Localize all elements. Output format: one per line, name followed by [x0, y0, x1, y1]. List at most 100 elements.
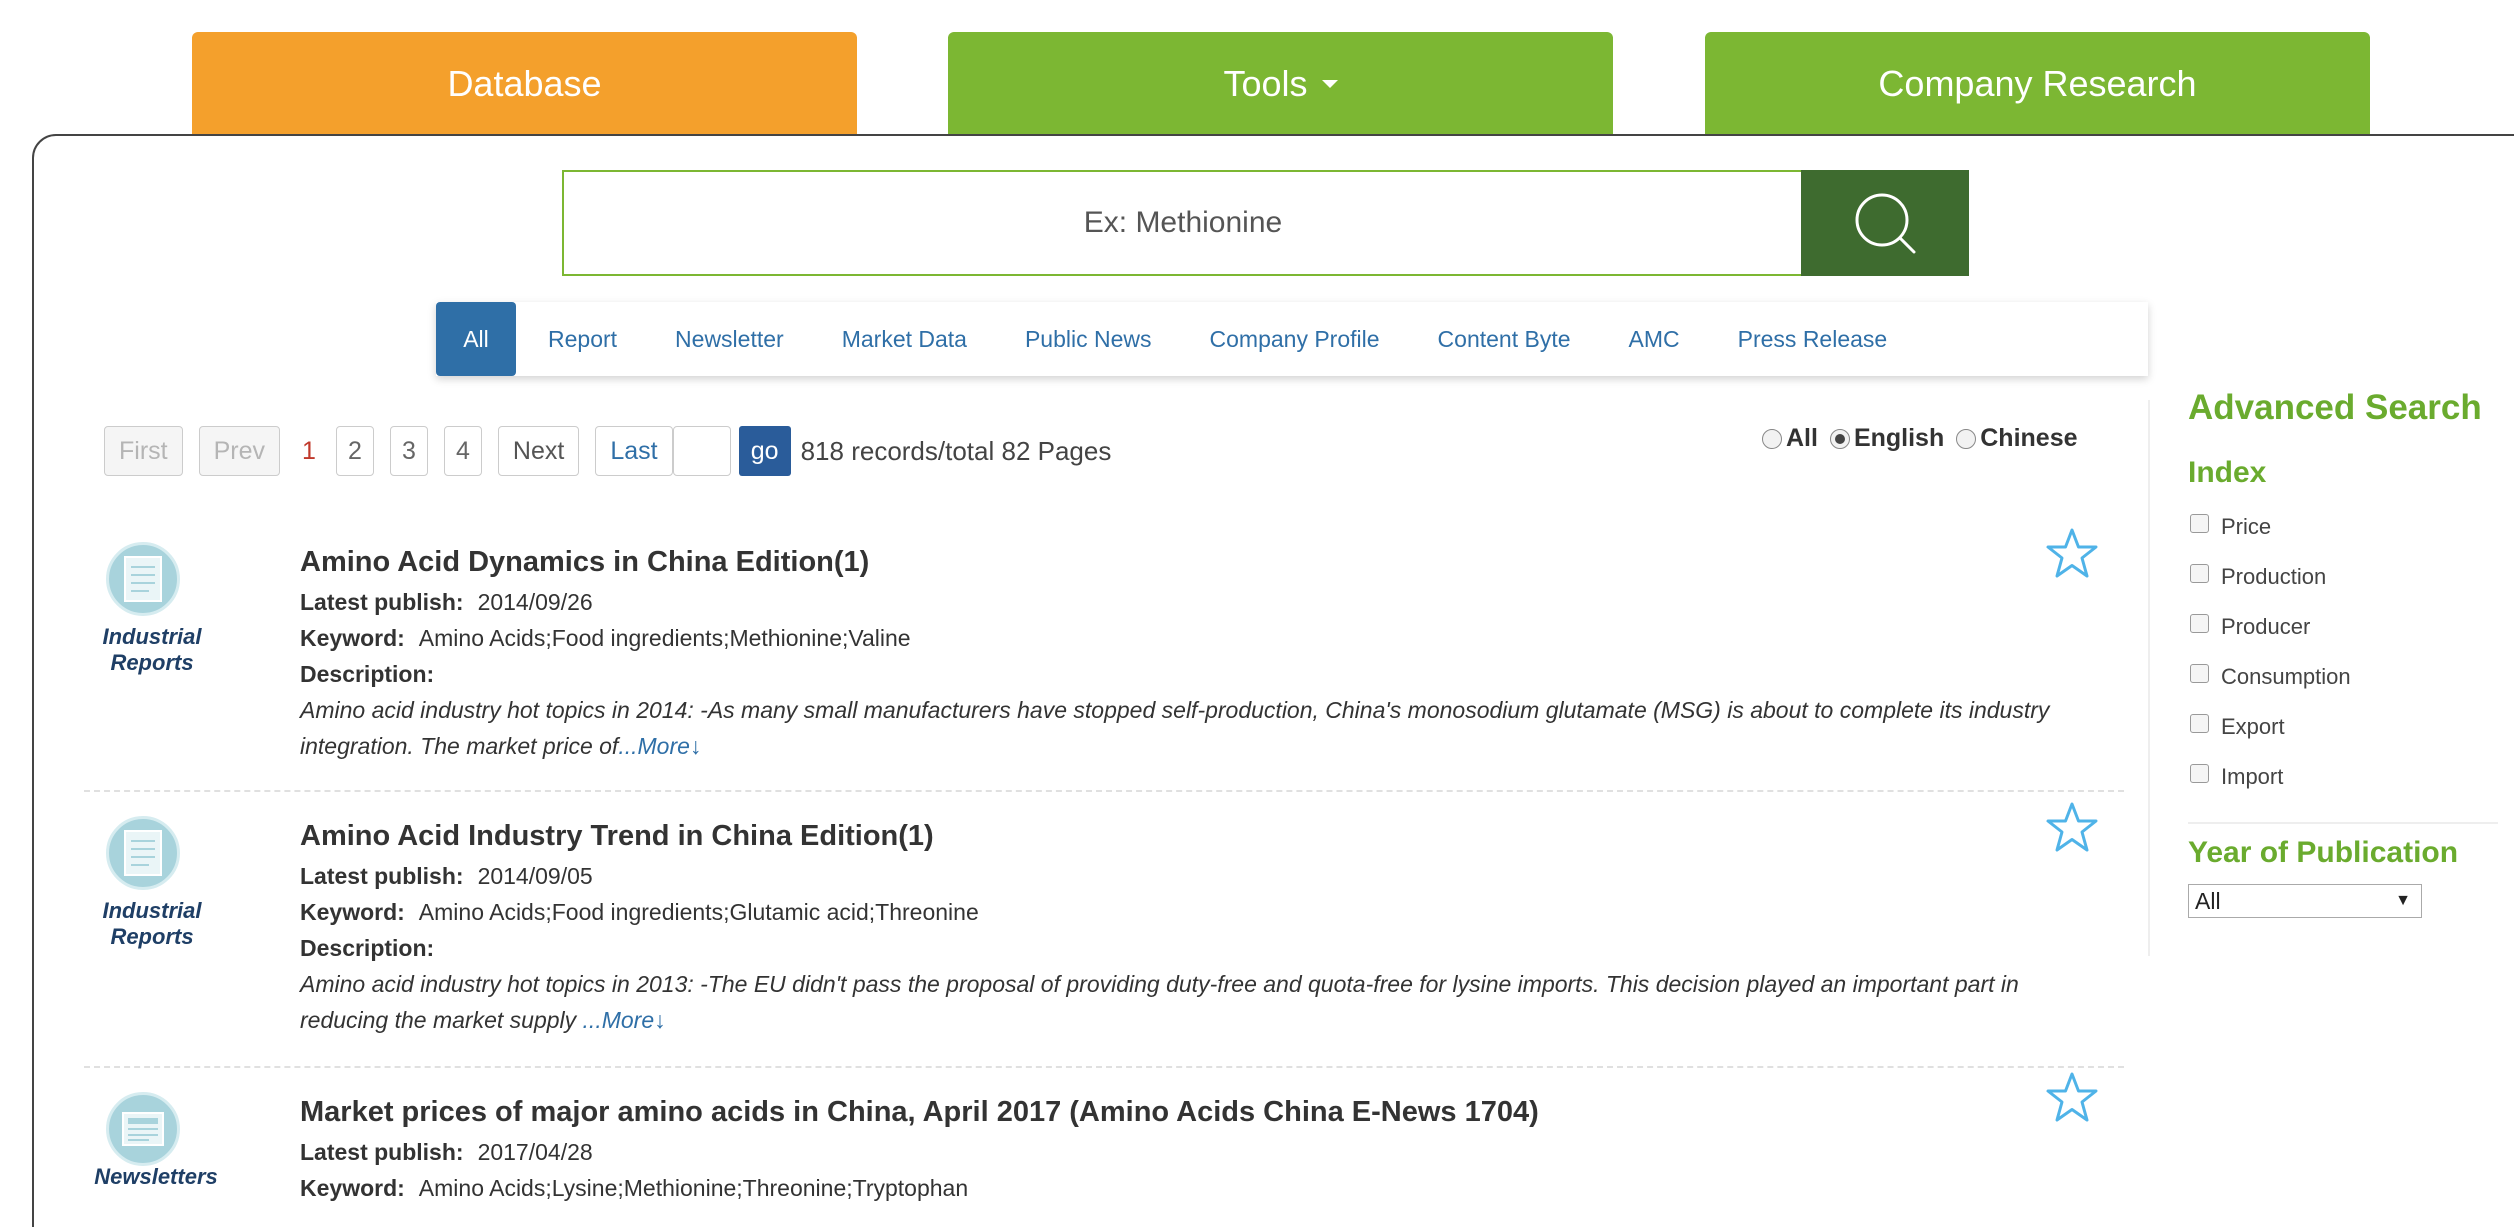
keyword-label: Keyword: [300, 625, 405, 651]
year-select[interactable]: All ▼ [2188, 884, 2422, 918]
description-text: Amino acid industry hot topics in 2013: … [300, 971, 2019, 1033]
keyword-label: Keyword: [300, 899, 405, 925]
page-number-input[interactable] [672, 426, 731, 476]
keyword-list: Amino Acids;Food ingredients;Methionine;… [418, 625, 911, 651]
result-title-link[interactable]: Market prices of major amino acids in Ch… [300, 1092, 2100, 1132]
publish-date: 2014/09/26 [477, 589, 593, 615]
nav-tab-database[interactable]: Database [192, 32, 857, 136]
index-option-import[interactable]: Import [2190, 763, 2284, 790]
radio-button[interactable] [1956, 428, 1977, 449]
result-type-label: Newsletters [94, 1164, 218, 1189]
latest-publish-label: Latest publish: [300, 863, 464, 889]
sidebar-divider [2148, 400, 2150, 956]
language-filter: All English Chinese [1762, 424, 2090, 453]
page-2-button[interactable]: 2 [335, 426, 374, 476]
page-3-button[interactable]: 3 [389, 426, 428, 476]
checkbox[interactable] [2190, 763, 2209, 783]
report-icon [106, 816, 180, 890]
category-tab-company-profile[interactable]: Company Profile [1210, 326, 1380, 353]
checkbox[interactable] [2190, 563, 2209, 583]
category-tab-amc[interactable]: AMC [1629, 326, 1680, 353]
category-tab-all[interactable]: All [436, 302, 516, 376]
description-text: Amino acid industry hot topics in 2014: … [300, 697, 2050, 759]
index-option-production[interactable]: Production [2190, 563, 2327, 590]
index-option-label: Price [2221, 514, 2272, 539]
sidebar-separator [2188, 822, 2498, 824]
checkbox[interactable] [2190, 663, 2209, 683]
result-type-label: Industrial Reports [102, 898, 202, 949]
next-page-button[interactable]: Next [497, 426, 580, 476]
result-title-link[interactable]: Amino Acid Dynamics in China Edition(1) [300, 542, 2100, 582]
result-type-label: Industrial Reports [102, 624, 202, 675]
nav-tab-company-research[interactable]: Company Research [1705, 32, 2370, 136]
pagination: First Prev 1 2 3 4 Next Last go 818 reco… [104, 424, 1111, 478]
index-option-producer[interactable]: Producer [2190, 613, 2311, 640]
caret-down-icon [1321, 80, 1338, 88]
go-button[interactable]: go [738, 426, 791, 476]
favorite-star-icon[interactable] [2044, 1070, 2100, 1131]
description-label: Description: [300, 661, 435, 687]
more-link[interactable]: ...More↓ [583, 1007, 666, 1033]
year-select-value: All [2195, 887, 2221, 914]
keyword-list: Amino Acids;Food ingredients;Glutamic ac… [418, 899, 979, 925]
language-label-chinese: Chinese [1980, 424, 2078, 452]
category-tab-market-data[interactable]: Market Data [842, 326, 967, 353]
records-info: 818 records/total 82 Pages [800, 435, 1112, 466]
more-link[interactable]: ...More↓ [618, 733, 701, 759]
category-tab-newsletter[interactable]: Newsletter [675, 326, 784, 353]
prev-page-button[interactable]: Prev [198, 426, 281, 476]
first-page-button[interactable]: First [104, 426, 183, 476]
publish-date: 2017/04/28 [477, 1139, 593, 1165]
publish-date: 2014/09/05 [477, 863, 593, 889]
favorite-star-icon[interactable] [2044, 526, 2100, 587]
advanced-search-title: Advanced Search [2188, 388, 2482, 427]
language-option-english[interactable]: English [1829, 424, 1945, 453]
result-item: Newsletters Market prices of major amino… [84, 1072, 2124, 1227]
dropdown-arrow-icon: ▼ [2395, 892, 2411, 909]
language-label-all: All [1786, 424, 1818, 452]
year-of-publication-title: Year of Publication [2188, 836, 2459, 869]
nav-tab-company-research-label: Company Research [1878, 63, 2197, 104]
favorite-star-icon[interactable] [2044, 800, 2100, 861]
index-title: Index [2188, 456, 2267, 489]
radio-button[interactable] [1829, 428, 1850, 449]
language-label-english: English [1853, 424, 1945, 452]
keyword-label: Keyword: [300, 1175, 405, 1201]
keyword-list: Amino Acids;Lysine;Methionine;Threonine;… [418, 1175, 969, 1201]
category-tab-press-release[interactable]: Press Release [1738, 326, 1888, 353]
checkbox[interactable] [2190, 713, 2209, 733]
index-option-export[interactable]: Export [2190, 713, 2285, 740]
last-page-button[interactable]: Last [595, 426, 673, 476]
nav-tab-tools[interactable]: Tools [948, 32, 1613, 136]
search-input[interactable] [562, 170, 1802, 276]
index-option-label: Import [2221, 764, 2284, 789]
report-icon [106, 542, 180, 616]
search-button[interactable] [1801, 170, 1969, 276]
category-tab-public-news[interactable]: Public News [1025, 326, 1152, 353]
language-option-all[interactable]: All [1762, 424, 1818, 453]
category-filter-bar: All Report Newsletter Market Data Public… [436, 302, 2148, 376]
search-icon [1855, 193, 1916, 254]
checkbox[interactable] [2190, 513, 2209, 533]
index-option-price[interactable]: Price [2190, 513, 2272, 540]
index-option-label: Export [2221, 714, 2285, 739]
index-option-label: Producer [2221, 614, 2311, 639]
nav-tab-tools-label: Tools [1223, 63, 1308, 104]
newsletter-icon [106, 1092, 180, 1166]
category-tab-report[interactable]: Report [548, 326, 617, 353]
index-option-label: Production [2221, 564, 2327, 589]
nav-tab-database-label: Database [447, 63, 602, 104]
index-option-consumption[interactable]: Consumption [2190, 663, 2351, 690]
result-item: Industrial Reports Amino Acid Industry T… [84, 802, 2124, 1068]
category-tab-content-byte[interactable]: Content Byte [1438, 326, 1571, 353]
index-option-label: Consumption [2221, 664, 2351, 689]
result-title-link[interactable]: Amino Acid Industry Trend in China Editi… [300, 816, 2100, 856]
latest-publish-label: Latest publish: [300, 589, 464, 615]
language-option-chinese[interactable]: Chinese [1956, 424, 2078, 453]
current-page: 1 [302, 436, 316, 465]
result-item: Industrial Reports Amino Acid Dynamics i… [84, 528, 2124, 792]
radio-button[interactable] [1762, 428, 1782, 449]
description-label: Description: [300, 935, 435, 961]
checkbox[interactable] [2190, 613, 2209, 633]
page-4-button[interactable]: 4 [443, 426, 482, 476]
